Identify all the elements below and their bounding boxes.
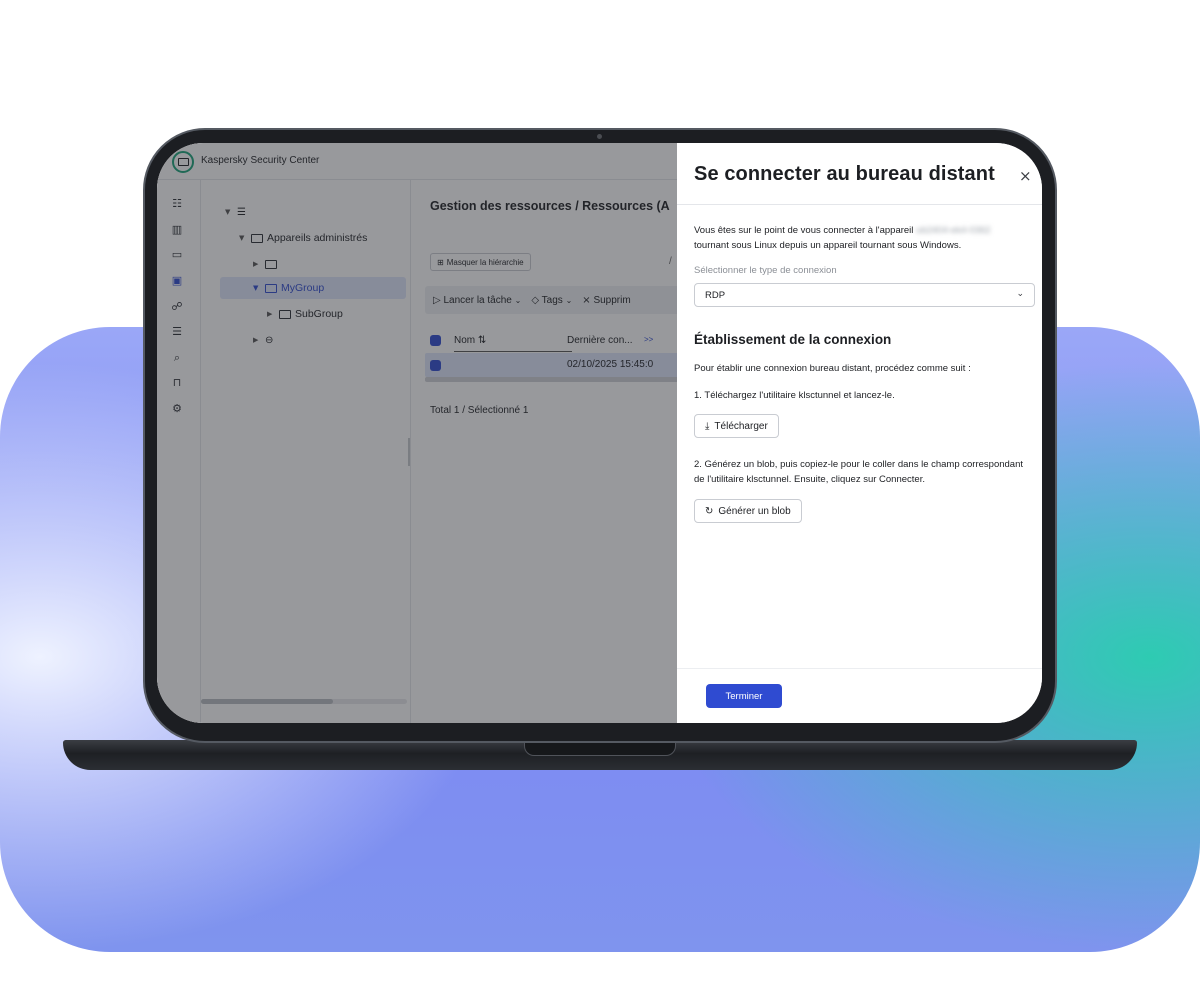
close-icon[interactable]: × [1019,167,1032,185]
generate-blob-button[interactable]: ↻ Générer un blob [694,499,802,523]
chevron-down-icon: ⌄ [1016,289,1024,299]
device-name-redacted: ub2404-ek4-0362 [916,225,991,236]
stage: Kaspersky Security Center ☷ ▥ ▭ ▣ ☍ ☰ ⌕ … [0,0,1200,1000]
console-app: Kaspersky Security Center ☷ ▥ ▭ ▣ ☍ ☰ ⌕ … [157,143,685,723]
finish-button[interactable]: Terminer [706,684,782,708]
refresh-icon: ↻ [705,505,714,517]
modal-overlay[interactable] [157,143,677,723]
dialog-title: Se connecter au bureau distant [694,163,995,185]
laptop-screen: Kaspersky Security Center ☷ ▥ ▭ ▣ ☍ ☰ ⌕ … [157,143,1042,723]
connection-type-select[interactable]: RDP ⌄ [694,283,1035,307]
download-icon: ⤓ [705,420,710,432]
download-button[interactable]: ⤓ Télécharger [694,414,779,438]
step-1-text: 1. Téléchargez l'utilitaire klsctunnel e… [694,390,895,401]
header-divider [677,204,1042,205]
intro-text: Vous êtes sur le point de vous connecter… [694,225,991,251]
step-2-text: 2. Générez un blob, puis copiez-le pour … [694,459,1023,485]
remote-desktop-dialog: Se connecter au bureau distant × Vous êt… [677,143,1042,723]
steps-intro: Pour établir une connexion bureau distan… [694,363,971,374]
connection-type-label: Sélectionner le type de connexion [694,265,837,276]
footer-divider [677,668,1042,669]
camera-dot [597,134,602,139]
section-title: Établissement de la connexion [694,332,892,347]
